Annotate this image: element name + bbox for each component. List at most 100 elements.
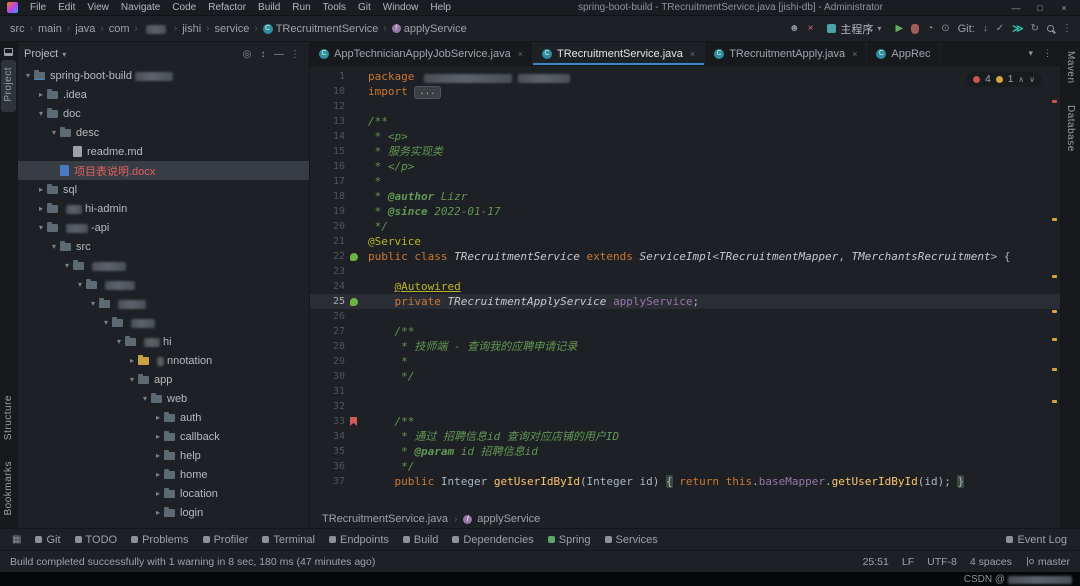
code-line-14[interactable]: 14 * <p>	[310, 129, 1060, 144]
inspections-widget[interactable]: 4 1 ∧ ∨	[966, 72, 1042, 87]
stripe-mark-icon[interactable]	[1052, 100, 1057, 103]
tree-item-web[interactable]: ▾ web	[18, 389, 309, 408]
code-line-17[interactable]: 17 *	[310, 174, 1060, 189]
git-branch-widget[interactable]: master	[1025, 556, 1070, 568]
chevron-right-icon[interactable]: ▸	[35, 204, 47, 213]
chevron-right-icon[interactable]: ▸	[152, 470, 164, 479]
tree-item-auth[interactable]: ▸ auth	[18, 408, 309, 427]
stripe-mark-icon[interactable]	[1052, 400, 1057, 403]
chevron-down-icon[interactable]: ▾	[100, 318, 112, 327]
git-update-button[interactable]: ↓	[983, 23, 988, 34]
chevron-right-icon[interactable]: ▸	[126, 356, 138, 365]
tree-item-app[interactable]: ▾ app	[18, 370, 309, 389]
menu-refactor[interactable]: Refactor	[202, 0, 252, 16]
code-line-30[interactable]: 30 */	[310, 369, 1060, 384]
chevron-down-icon[interactable]: ▾	[113, 337, 125, 346]
toolwindow-switcher-icon[interactable]: ▦	[6, 534, 27, 545]
tree-item-home[interactable]: ▸ home	[18, 465, 309, 484]
git-commit-button[interactable]: ✓	[996, 23, 1004, 34]
toolwindow-button-profiler[interactable]: Profiler	[196, 532, 256, 548]
toolwindow-button-services[interactable]: Services	[598, 532, 665, 548]
chevron-down-icon[interactable]: ▾	[35, 109, 47, 118]
tree-item-redacted[interactable]: ▾	[18, 256, 309, 275]
stripe-mark-icon[interactable]	[1052, 218, 1057, 221]
chevron-down-icon[interactable]: ▾	[74, 280, 86, 289]
code-line-1[interactable]: 1 package	[310, 69, 1060, 84]
tool-stripe-bookmarks[interactable]: Bookmarks	[1, 454, 16, 526]
code-line-33[interactable]: 33 /**	[310, 414, 1060, 429]
code-line-16[interactable]: 16 * </p>	[310, 159, 1060, 174]
tree-item-callback[interactable]: ▸ callback	[18, 427, 309, 446]
chevron-down-icon[interactable]: ▾	[35, 223, 47, 232]
code-line-13[interactable]: 13 /**	[310, 114, 1060, 129]
tree-item-location[interactable]: ▸ location	[18, 484, 309, 503]
tree-item-readme-md[interactable]: readme.md	[18, 142, 309, 161]
code-line-10[interactable]: 10 import ...	[310, 84, 1060, 99]
code-line-15[interactable]: 15 * 服务实现类	[310, 144, 1060, 159]
next-issue-button[interactable]: ∨	[1029, 75, 1035, 84]
code-line-21[interactable]: 21 @Service	[310, 234, 1060, 249]
breadcrumb-trecruitmentservice[interactable]: C TRecruitmentService	[261, 22, 381, 36]
code-line-29[interactable]: 29 *	[310, 354, 1060, 369]
status-lf[interactable]: LF	[902, 556, 914, 568]
chevron-right-icon[interactable]: ▸	[35, 185, 47, 194]
code-line-23[interactable]: 23	[310, 264, 1060, 279]
code-line-36[interactable]: 36 */	[310, 459, 1060, 474]
bean-icon[interactable]	[349, 297, 358, 306]
menu-run[interactable]: Run	[286, 0, 316, 16]
close-icon[interactable]: ×	[690, 49, 695, 59]
tree-item-idea[interactable]: ▸ .idea	[18, 85, 309, 104]
code-line-12[interactable]: 12	[310, 99, 1060, 114]
tree-item-redacted[interactable]: ▾	[18, 313, 309, 332]
breadcrumb-jishi[interactable]: jishi	[180, 22, 203, 36]
stripe-mark-icon[interactable]	[1052, 368, 1057, 371]
tool-stripe-maven[interactable]: Maven	[1063, 44, 1078, 94]
profiler-button[interactable]: ◔	[927, 23, 933, 34]
status-message[interactable]: Build completed successfully with 1 warn…	[10, 556, 375, 568]
chevron-down-icon[interactable]: ▾	[22, 71, 34, 80]
status-25-51[interactable]: 25:51	[863, 556, 889, 568]
tree-item-nnotation[interactable]: ▸ nnotation	[18, 351, 309, 370]
chevron-down-icon[interactable]: ▾	[48, 242, 60, 251]
tool-stripe-structure[interactable]: Structure	[1, 388, 16, 450]
tree-item-api[interactable]: ▾ -api	[18, 218, 309, 237]
code-line-37[interactable]: 37 public Integer getUserIdById(Integer …	[310, 474, 1060, 489]
menu-build[interactable]: Build	[252, 0, 286, 16]
tree-item-redacted[interactable]: ▾	[18, 275, 309, 294]
tree-item-redacted[interactable]: ▾	[18, 294, 309, 313]
toolwindow-button-endpoints[interactable]: Endpoints	[322, 532, 396, 548]
close-icon[interactable]: ×	[852, 49, 857, 59]
toolwindow-button-terminal[interactable]: Terminal	[255, 532, 322, 548]
editor-tab-trecruitmentservice-java[interactable]: C TRecruitmentService.java ×	[532, 42, 706, 65]
breadcrumb-src[interactable]: src	[8, 22, 27, 36]
run-button[interactable]: ▶	[895, 23, 903, 34]
chevron-right-icon[interactable]: ▸	[35, 90, 47, 99]
minimize-button[interactable]: —	[1004, 0, 1028, 16]
toolwindow-button-dependencies[interactable]: Dependencies	[445, 532, 540, 548]
code-line-35[interactable]: 35 * @param id 招聘信息id	[310, 444, 1060, 459]
code-line-25[interactable]: 25 private TRecruitmentApplyService appl…	[310, 294, 1060, 309]
menu-code[interactable]: Code	[166, 0, 202, 16]
tree-item-docx[interactable]: 项目表说明.docx	[18, 161, 309, 180]
code-editor[interactable]: 1 package 10 import ... 12 13/** 14 * <p> 15 *…	[310, 66, 1060, 510]
chevron-right-icon[interactable]: ▸	[152, 508, 164, 517]
code-line-22[interactable]: 22 public class TRecruitmentService exten…	[310, 249, 1060, 264]
breadcrumb-redacted[interactable]	[141, 23, 171, 34]
git-push-button[interactable]: ≫	[1012, 22, 1023, 35]
stripe-mark-icon[interactable]	[1052, 275, 1057, 278]
stripe-mark-icon[interactable]	[1052, 310, 1057, 313]
tree-item-help[interactable]: ▸ help	[18, 446, 309, 465]
code-line-28[interactable]: 28 * 技师端 - 查询我的应聘申请记录	[310, 339, 1060, 354]
chevron-right-icon[interactable]: ▸	[152, 432, 164, 441]
tool-stripe-project[interactable]: Project	[1, 60, 16, 112]
chevron-down-icon[interactable]: ▾	[139, 394, 151, 403]
status-utf-8[interactable]: UTF-8	[927, 556, 957, 568]
code-line-34[interactable]: 34 * 通过 招聘信息id 查询对应店铺的用户ID	[310, 429, 1060, 444]
close-icon[interactable]: ×	[518, 49, 523, 59]
menu-git[interactable]: Git	[352, 0, 377, 16]
toolwindow-button-build[interactable]: Build	[396, 532, 445, 548]
status-4-spaces[interactable]: 4 spaces	[970, 556, 1012, 568]
hidden-tabs-button[interactable]: ▾	[1028, 48, 1033, 59]
close-button[interactable]: ×	[1052, 0, 1076, 16]
menu-view[interactable]: View	[81, 0, 115, 16]
